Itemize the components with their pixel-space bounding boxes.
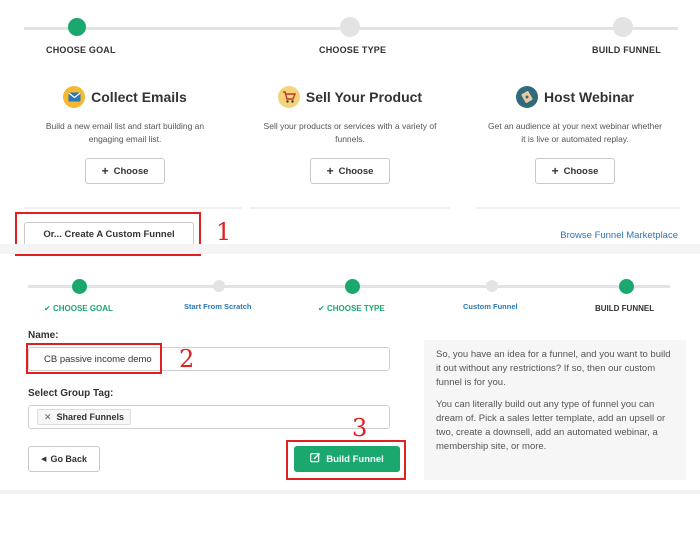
annotation-number-3: 3: [352, 414, 368, 442]
annotation-number-1: 1: [216, 218, 232, 246]
name-label: Name:: [28, 330, 59, 341]
step-dot-choose-type: [340, 17, 360, 37]
divider: [476, 207, 680, 209]
group-tag-label: Select Group Tag:: [28, 388, 114, 399]
step-dot-choose-type: [345, 279, 360, 294]
step-label-choose-type: CHOOSE TYPE: [319, 45, 387, 55]
step-label-build-funnel: BUILD FUNNEL: [595, 304, 655, 313]
step-label-start-from-scratch: Start From Scratch: [184, 302, 252, 311]
go-back-button[interactable]: ◀ Go Back: [28, 446, 100, 472]
step-dot-build-funnel: [613, 17, 633, 37]
goal-card-host-webinar: Host Webinar Get an audience at your nex…: [459, 84, 691, 184]
choose-collect-emails-button[interactable]: + Choose: [85, 158, 165, 184]
step-dot-custom-funnel: [486, 280, 498, 292]
help-paragraph: You can literally build out any type of …: [436, 399, 666, 452]
goal-description: Build a new email list and start buildin…: [45, 121, 205, 144]
remove-tag-icon[interactable]: ✕: [44, 412, 52, 423]
goal-title: Collect Emails: [91, 89, 187, 105]
help-paragraph: So, you have an idea for a funnel, and y…: [436, 349, 671, 388]
annotation-box-3: [286, 440, 406, 480]
shopping-cart-icon: [277, 86, 300, 108]
goal-description: Get an audience at your next webinar whe…: [488, 121, 662, 144]
goal-card-collect-emails: Collect Emails Build a new email list an…: [9, 84, 241, 184]
step-label-choose-type: ✔ CHOOSE TYPE: [318, 304, 385, 313]
annotation-number-2: 2: [179, 345, 195, 373]
browse-funnel-marketplace-link[interactable]: Browse Funnel Marketplace: [560, 230, 678, 241]
divider: [24, 207, 242, 209]
goal-description: Sell your products or services with a va…: [263, 121, 437, 144]
step-label-choose-goal: ✔ CHOOSE GOAL: [44, 304, 113, 313]
plus-icon: +: [326, 164, 334, 178]
goal-title: Host Webinar: [544, 89, 634, 105]
top-progress-steps: CHOOSE GOAL CHOOSE TYPE BUILD FUNNEL: [0, 0, 700, 60]
step-dot-build-funnel: [619, 279, 634, 294]
choose-sell-product-button[interactable]: + Choose: [310, 158, 390, 184]
choose-host-webinar-button[interactable]: + Choose: [535, 158, 615, 184]
caret-left-icon: ◀: [41, 456, 47, 463]
annotation-box-2: [26, 343, 162, 374]
section-divider: [0, 244, 700, 254]
goal-card-sell-product: Sell Your Product Sell your products or …: [234, 84, 466, 184]
panel-bottom-edge: [0, 490, 700, 494]
step-label-choose-goal: CHOOSE GOAL: [46, 45, 116, 55]
film-reel-icon: [516, 86, 538, 108]
step-label-custom-funnel: Custom Funnel: [463, 302, 518, 311]
step-label-build-funnel: BUILD FUNNEL: [592, 45, 661, 55]
plus-icon: +: [551, 164, 559, 178]
goal-title: Sell Your Product: [305, 89, 423, 105]
step-dot-start-from-scratch: [213, 280, 225, 292]
step-dot-choose-goal: [68, 18, 86, 36]
step-dot-choose-goal: [72, 279, 87, 294]
envelope-icon: [63, 86, 86, 108]
goal-selection-section: CHOOSE GOAL CHOOSE TYPE BUILD FUNNEL Col…: [0, 0, 700, 256]
plus-icon: +: [101, 164, 109, 178]
custom-funnel-help-text: So, you have an idea for a funnel, and y…: [424, 340, 686, 480]
group-tag-input[interactable]: ✕ Shared Funnels: [28, 405, 390, 429]
tag-chip: ✕ Shared Funnels: [37, 409, 132, 425]
divider: [250, 207, 450, 209]
